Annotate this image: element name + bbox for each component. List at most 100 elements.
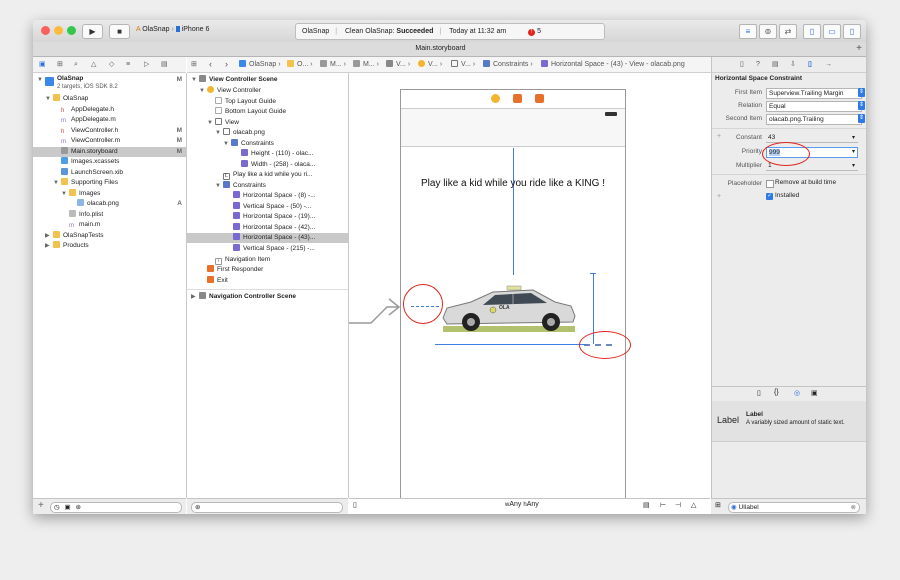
car-image[interactable]: OLA bbox=[437, 280, 581, 336]
chevron-down-icon[interactable]: ▾ bbox=[852, 148, 855, 155]
plus-icon[interactable]: + bbox=[717, 193, 721, 200]
media-library-icon[interactable]: ▣ bbox=[811, 389, 818, 397]
tab-main-storyboard[interactable]: Main.storyboard bbox=[33, 42, 848, 56]
list-item[interactable]: Images.xcassets bbox=[33, 157, 186, 167]
list-item[interactable]: m ViewController.m M bbox=[33, 136, 186, 146]
chevron-updown-icon[interactable]: ⇕ bbox=[858, 114, 865, 123]
disclosure-open-icon[interactable]: ▼ bbox=[53, 178, 61, 188]
disclosure-closed-icon[interactable]: ▶ bbox=[191, 292, 199, 302]
list-item-selected[interactable]: Main.storyboard M bbox=[33, 147, 186, 157]
list-item[interactable]: LaunchScreen.xib bbox=[33, 168, 186, 178]
outline-row[interactable]: Vertical Space - (50) -... bbox=[187, 202, 348, 212]
navigator-filter-field[interactable]: ◷ ▣ ⊛ bbox=[50, 502, 182, 513]
outline-row[interactable]: ▼ View Controller Scene bbox=[187, 75, 348, 85]
outline-row-selected[interactable]: Horizontal Space - (43)... bbox=[187, 233, 348, 243]
connections-inspector-icon[interactable]: → bbox=[825, 57, 832, 72]
outline-row[interactable]: Exit bbox=[187, 276, 348, 286]
error-badge[interactable]: ! bbox=[528, 29, 536, 36]
grid-view-icon[interactable]: ⊞ bbox=[715, 501, 721, 509]
disclosure-open-icon[interactable]: ▼ bbox=[61, 189, 69, 199]
jumpbar-item[interactable]: Constraints › bbox=[483, 57, 533, 72]
log-icon[interactable]: ▤ bbox=[161, 57, 168, 72]
disclosure-open-icon[interactable]: ▼ bbox=[191, 75, 199, 85]
size-inspector-icon[interactable]: ▯ bbox=[808, 57, 812, 72]
file-template-icon[interactable]: ▯ bbox=[757, 389, 761, 397]
list-item[interactable]: olacab.png A bbox=[33, 199, 186, 209]
outline-row[interactable]: Horizontal Space - (19)... bbox=[187, 212, 348, 222]
storyboard-canvas[interactable]: Play like a kid while you ride like a KI… bbox=[349, 73, 710, 502]
list-item[interactable]: ▼ Supporting Files bbox=[33, 178, 186, 188]
jumpbar-item[interactable]: Horizontal Space - (43) - View - olacab.… bbox=[541, 57, 685, 72]
resolve-issues-icon[interactable]: △ bbox=[691, 501, 696, 509]
stop-button[interactable]: ■ bbox=[109, 24, 130, 39]
scheme-selector[interactable]: A OlaSnap › iPhone 6 bbox=[136, 26, 209, 33]
run-button[interactable]: ▶ bbox=[82, 24, 103, 39]
jumpbar-item[interactable]: V... › bbox=[386, 57, 410, 72]
placeholder-checkbox[interactable] bbox=[766, 180, 774, 188]
first-item-popup[interactable]: Superview.Trailing Margin bbox=[766, 88, 862, 99]
list-item[interactable]: m AppDelegate.m bbox=[33, 115, 186, 125]
add-icon[interactable]: + bbox=[38, 500, 44, 511]
disclosure-open-icon[interactable]: ▼ bbox=[215, 181, 223, 191]
toggle-outline-icon[interactable]: ▯ bbox=[353, 501, 357, 509]
back-button[interactable]: ‹ bbox=[209, 57, 212, 72]
outline-row[interactable]: First Responder bbox=[187, 265, 348, 275]
group-row[interactable]: ▼ OlaSnap bbox=[33, 94, 186, 104]
outline-row[interactable]: Top Layout Guide bbox=[187, 97, 348, 107]
outline-row[interactable]: ▼ Constraints bbox=[187, 139, 348, 149]
library-filter-field[interactable]: ◉ UIlabel ⊗ bbox=[728, 502, 860, 513]
toggle-navigator-button[interactable]: ▯ bbox=[803, 24, 821, 39]
clear-icon[interactable]: ⊗ bbox=[851, 503, 856, 512]
outline-row[interactable]: Height - (110) - olac... bbox=[187, 149, 348, 159]
chevron-down-icon[interactable]: ▾ bbox=[852, 162, 855, 169]
identity-inspector-icon[interactable]: ▤ bbox=[772, 57, 779, 72]
folder-icon[interactable]: ▣ bbox=[39, 57, 46, 72]
disclosure-open-icon[interactable]: ▼ bbox=[37, 75, 45, 85]
project-row[interactable]: ▼ OlaSnap 2 targets, iOS SDK 8.2 M bbox=[33, 75, 186, 93]
related-items-icon[interactable]: ⊞ bbox=[191, 57, 197, 72]
jumpbar-item[interactable]: M... › bbox=[320, 57, 346, 72]
attributes-inspector-icon[interactable]: ⇩ bbox=[790, 57, 796, 72]
second-item-popup[interactable]: olacab.png.Trailing bbox=[766, 114, 862, 125]
scene-frame[interactable]: Play like a kid while you ride like a KI… bbox=[400, 89, 631, 502]
disclosure-closed-icon[interactable]: ▶ bbox=[45, 231, 53, 241]
zoom-window-button[interactable] bbox=[67, 26, 76, 35]
outline-row[interactable]: ▼ Constraints bbox=[187, 181, 348, 191]
disclosure-open-icon[interactable]: ▼ bbox=[215, 128, 223, 138]
list-item[interactable]: ▶ OlaSnapTests bbox=[33, 231, 186, 241]
file-inspector-icon[interactable]: ▯ bbox=[740, 57, 744, 72]
list-item[interactable]: Info.plist bbox=[33, 210, 186, 220]
outline-row[interactable]: Width - (258) - olaca... bbox=[187, 160, 348, 170]
outline-row[interactable]: Horizontal Space - (8) -... bbox=[187, 191, 348, 201]
outline-row[interactable]: ▶ Navigation Controller Scene bbox=[187, 292, 348, 302]
jumpbar-item[interactable]: OlaSnap › bbox=[239, 57, 281, 72]
relation-popup[interactable]: Equal bbox=[766, 101, 862, 112]
disclosure-open-icon[interactable]: ▼ bbox=[45, 94, 53, 104]
jumpbar-item[interactable]: O... › bbox=[287, 57, 313, 72]
first-responder-icon[interactable] bbox=[513, 94, 522, 103]
installed-checkbox[interactable]: ✓ bbox=[766, 193, 773, 200]
exit-icon[interactable] bbox=[535, 94, 544, 103]
breakpoint-icon[interactable]: ▷ bbox=[144, 57, 149, 72]
add-tab-button[interactable]: + bbox=[856, 42, 862, 55]
assistant-editor-button[interactable]: ⊚ bbox=[759, 24, 777, 39]
outline-row[interactable]: ▼ olacab.png bbox=[187, 128, 348, 138]
disclosure-open-icon[interactable]: ▼ bbox=[207, 118, 215, 128]
list-item[interactable]: h ViewController.h M bbox=[33, 126, 186, 136]
chevron-updown-icon[interactable]: ⇕ bbox=[858, 101, 865, 110]
outline-filter-field[interactable]: ⊛ bbox=[191, 502, 343, 513]
list-item[interactable]: h AppDelegate.h bbox=[33, 105, 186, 115]
outline-row[interactable]: ▼ View Controller bbox=[187, 86, 348, 96]
minimize-window-button[interactable] bbox=[54, 26, 63, 35]
list-item[interactable]: ▼ Images bbox=[33, 189, 186, 199]
warning-icon[interactable]: △ bbox=[91, 57, 96, 72]
standard-editor-button[interactable]: ≡ bbox=[739, 24, 757, 39]
object-library-icon[interactable]: ◎ bbox=[794, 389, 800, 397]
outline-row[interactable]: Horizontal Space - (42)... bbox=[187, 223, 348, 233]
library-item[interactable]: Label Label A variably sized amount of s… bbox=[712, 401, 866, 442]
disclosure-closed-icon[interactable]: ▶ bbox=[45, 241, 53, 251]
align-icon[interactable]: ⊢ bbox=[660, 501, 666, 509]
disclosure-open-icon[interactable]: ▼ bbox=[223, 139, 231, 149]
help-inspector-icon[interactable]: ? bbox=[756, 57, 760, 72]
search-icon[interactable]: ⌕ bbox=[74, 57, 78, 72]
